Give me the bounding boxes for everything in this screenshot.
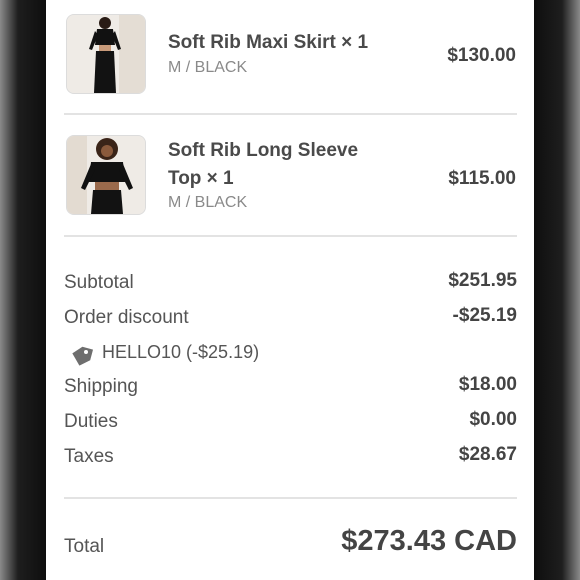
item-variant: M / BLACK bbox=[168, 59, 248, 76]
discount-value: -$25.19 bbox=[452, 305, 517, 326]
shipping-value: $18.00 bbox=[458, 374, 517, 395]
taxes-label: Taxes bbox=[64, 446, 114, 467]
discount-code-text: HELLO10 (-$25.19) bbox=[102, 342, 260, 362]
order-summary-screen: Soft Rib Maxi Skirt × 1 M / BLACK $130.0… bbox=[46, 0, 534, 580]
item-name-line-2: Top × 1 bbox=[168, 168, 234, 189]
line-item: Soft Rib Long Sleeve Top × 1 M / BLACK $… bbox=[66, 135, 516, 217]
discount-row: Order discount -$25.19 bbox=[64, 305, 517, 337]
duties-value: $0.00 bbox=[469, 409, 517, 430]
item-price: $115.00 bbox=[448, 168, 516, 189]
subtotal-value: $251.95 bbox=[448, 270, 517, 291]
divider bbox=[64, 497, 517, 499]
subtotal-row: Subtotal $251.95 bbox=[64, 270, 517, 302]
subtotal-label: Subtotal bbox=[64, 272, 134, 293]
product-thumbnail-long-sleeve-top bbox=[66, 135, 146, 215]
total-value: $273.43 CAD bbox=[341, 525, 517, 557]
divider bbox=[64, 235, 517, 237]
item-variant: M / BLACK bbox=[168, 194, 248, 211]
product-thumbnail-maxi-skirt bbox=[66, 14, 146, 94]
discount-label: Order discount bbox=[64, 307, 189, 328]
tag-icon bbox=[70, 344, 94, 373]
shipping-label: Shipping bbox=[64, 376, 138, 397]
taxes-value: $28.67 bbox=[458, 444, 517, 465]
duties-label: Duties bbox=[64, 411, 118, 432]
item-price: $130.00 bbox=[447, 45, 516, 66]
item-name: Soft Rib Maxi Skirt × 1 bbox=[168, 32, 369, 53]
device-frame-left bbox=[0, 0, 46, 580]
taxes-row: Taxes $28.67 bbox=[64, 444, 517, 476]
shipping-row: Shipping $18.00 bbox=[64, 374, 517, 406]
device-frame-right bbox=[534, 0, 580, 580]
total-label: Total bbox=[64, 536, 105, 557]
duties-row: Duties $0.00 bbox=[64, 409, 517, 441]
divider bbox=[64, 113, 517, 115]
line-item: Soft Rib Maxi Skirt × 1 M / BLACK $130.0… bbox=[66, 14, 516, 96]
item-name-line-1: Soft Rib Long Sleeve bbox=[168, 140, 359, 161]
